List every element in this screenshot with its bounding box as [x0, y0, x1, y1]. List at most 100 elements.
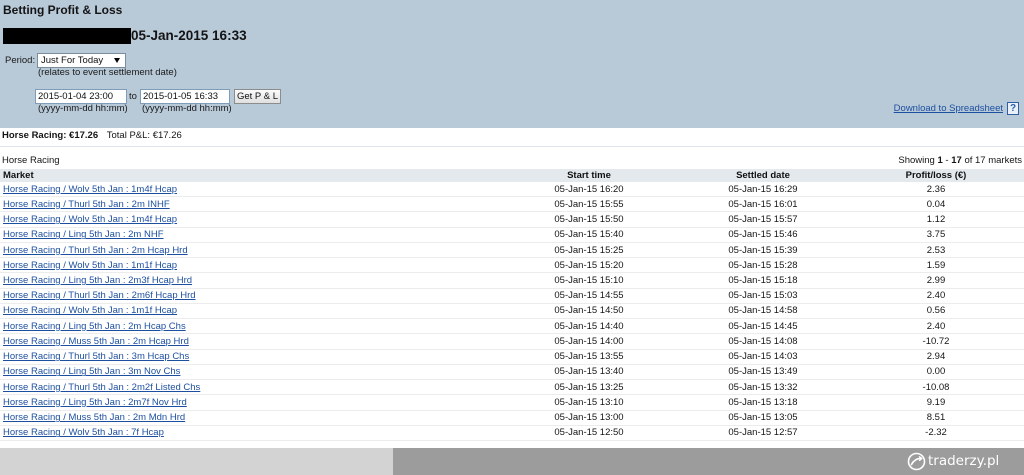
- market-cell: Horse Racing / Wolv 5th Jan : 1m4f Hcap: [0, 214, 500, 225]
- market-cell: Horse Racing / Wolv 5th Jan : 1m1f Hcap: [0, 260, 500, 271]
- results-total: of 17 markets: [964, 155, 1022, 166]
- settled-date-cell: 05-Jan-15 13:49: [728, 366, 798, 378]
- settled-date-cell: 05-Jan-15 15:46: [728, 229, 798, 241]
- redacted-account-name: [3, 28, 131, 44]
- start-time-cell: 05-Jan-15 15:10: [554, 275, 624, 287]
- column-header-profit-loss[interactable]: Profit/loss (€): [848, 170, 1024, 181]
- market-cell: Horse Racing / Wolv 5th Jan : 1m1f Hcap: [0, 305, 500, 316]
- to-date-input[interactable]: [140, 89, 230, 104]
- table-row: Horse Racing / Ling 5th Jan : 2m NHF 05-J…: [0, 228, 1024, 243]
- overall-total-value: €17.26: [152, 130, 182, 141]
- to-date-format-hint: (yyyy-mm-dd hh:mm): [142, 103, 232, 114]
- table-row: Horse Racing / Thurl 5th Jan : 2m INHF 05…: [0, 197, 1024, 213]
- column-header-start-time[interactable]: Start time: [500, 170, 678, 181]
- table-row: Horse Racing / Ling 5th Jan : 2m3f Hcap …: [0, 273, 1024, 289]
- start-time-cell: 05-Jan-15 14:00: [554, 335, 624, 347]
- market-link[interactable]: Horse Racing / Muss 5th Jan : 2m Hcap Hr…: [3, 336, 189, 347]
- profit-loss-cell: 9.19: [926, 396, 946, 408]
- settled-date-cell: 05-Jan-15 15:18: [728, 275, 798, 287]
- profit-loss-cell: 1.12: [926, 214, 946, 226]
- settled-date-cell: 05-Jan-15 15:28: [728, 259, 798, 271]
- table-row: Horse Racing / Wolv 5th Jan : 1m4f Hcap 0…: [0, 212, 1024, 228]
- traderzy-logo-icon: [907, 452, 926, 471]
- overall-total-label: Total P&L:: [106, 130, 151, 141]
- market-link[interactable]: Horse Racing / Thurl 5th Jan : 2m2f List…: [3, 382, 200, 393]
- market-link[interactable]: Horse Racing / Wolv 5th Jan : 1m4f Hcap: [3, 214, 177, 225]
- table-row: Horse Racing / Ling 5th Jan : 2m7f Nov H…: [0, 395, 1024, 411]
- start-time-cell: 05-Jan-15 16:20: [554, 183, 624, 195]
- table-row: Horse Racing / Wolv 5th Jan : 1m4f Hcap 0…: [0, 182, 1024, 198]
- profit-loss-cell: 8.51: [926, 412, 946, 424]
- market-link[interactable]: Horse Racing / Ling 5th Jan : 2m7f Nov H…: [3, 397, 187, 408]
- profit-loss-cell: -10.72: [922, 335, 950, 347]
- settled-date-cell: 05-Jan-15 15:03: [728, 290, 798, 302]
- market-cell: Horse Racing / Wolv 5th Jan : 7f Hcap: [0, 427, 500, 438]
- start-time-cell: 05-Jan-15 13:00: [554, 412, 624, 424]
- profit-loss-cell: 2.99: [926, 275, 946, 287]
- market-link[interactable]: Horse Racing / Wolv 5th Jan : 1m1f Hcap: [3, 260, 177, 271]
- table-row: Horse Racing / Wolv 5th Jan : 7f Hcap 05-…: [0, 426, 1024, 441]
- help-icon[interactable]: ?: [1007, 102, 1019, 115]
- market-link[interactable]: Horse Racing / Ling 5th Jan : 2m NHF: [3, 229, 164, 240]
- column-header-settled-date[interactable]: Settled date: [678, 170, 848, 181]
- period-selected-value: Just For Today: [41, 55, 104, 66]
- settled-date-cell: 05-Jan-15 14:08: [728, 335, 798, 347]
- footer-strip: [0, 448, 393, 475]
- pl-table-body: Horse Racing / Wolv 5th Jan : 1m4f Hcap 0…: [0, 182, 1024, 441]
- start-time-cell: 05-Jan-15 15:55: [554, 198, 624, 210]
- range-separator: -: [945, 155, 949, 166]
- market-link[interactable]: Horse Racing / Muss 5th Jan : 2m Mdn Hrd: [3, 412, 185, 423]
- start-time-cell: 05-Jan-15 14:50: [554, 305, 624, 317]
- overall-total: Total P&L: €17.26: [107, 130, 182, 141]
- profit-loss-cell: 2.40: [926, 290, 946, 302]
- settled-date-cell: 05-Jan-15 15:57: [728, 214, 798, 226]
- start-time-cell: 05-Jan-15 14:55: [554, 290, 624, 302]
- start-time-cell: 05-Jan-15 13:55: [554, 351, 624, 363]
- profit-loss-cell: 2.94: [926, 351, 946, 363]
- market-link[interactable]: Horse Racing / Thurl 5th Jan : 2m6f Hcap…: [3, 290, 196, 301]
- start-time-cell: 05-Jan-15 13:10: [554, 396, 624, 408]
- market-link[interactable]: Horse Racing / Thurl 5th Jan : 3m Hcap C…: [3, 351, 189, 362]
- market-cell: Horse Racing / Muss 5th Jan : 2m Mdn Hrd: [0, 412, 500, 423]
- download-spreadsheet-link[interactable]: Download to Spreadsheet: [894, 103, 1003, 115]
- start-time-cell: 05-Jan-15 13:25: [554, 381, 624, 393]
- settled-date-cell: 05-Jan-15 15:39: [728, 244, 798, 256]
- market-cell: Horse Racing / Thurl 5th Jan : 2m INHF: [0, 199, 500, 210]
- start-time-cell: 05-Jan-15 15:25: [554, 244, 624, 256]
- range-end: 17: [951, 155, 962, 166]
- section-title: Horse Racing: [2, 155, 60, 166]
- table-row: Horse Racing / Muss 5th Jan : 2m Hcap Hr…: [0, 334, 1024, 350]
- market-link[interactable]: Horse Racing / Ling 5th Jan : 3m Nov Chs: [3, 366, 180, 377]
- to-label: to: [129, 91, 137, 102]
- market-link[interactable]: Horse Racing / Wolv 5th Jan : 1m1f Hcap: [3, 305, 177, 316]
- table-row: Horse Racing / Ling 5th Jan : 3m Nov Chs…: [0, 365, 1024, 381]
- market-link[interactable]: Horse Racing / Wolv 5th Jan : 1m4f Hcap: [3, 184, 177, 195]
- settled-date-cell: 05-Jan-15 13:05: [728, 412, 798, 424]
- settled-date-cell: 05-Jan-15 13:32: [728, 381, 798, 393]
- market-cell: Horse Racing / Thurl 5th Jan : 2m2f List…: [0, 382, 500, 393]
- start-time-cell: 05-Jan-15 14:40: [554, 320, 624, 332]
- settled-date-cell: 05-Jan-15 14:58: [728, 305, 798, 317]
- profit-loss-cell: 2.36: [926, 183, 946, 195]
- start-time-cell: 05-Jan-15 15:50: [554, 214, 624, 226]
- settled-date-cell: 05-Jan-15 12:57: [728, 427, 798, 439]
- get-pl-button[interactable]: Get P & L: [234, 89, 281, 104]
- divider: [0, 146, 1024, 147]
- chevron-down-icon: [114, 58, 120, 63]
- market-link[interactable]: Horse Racing / Thurl 5th Jan : 2m Hcap H…: [3, 245, 188, 256]
- column-header-market[interactable]: Market: [0, 170, 500, 181]
- start-time-cell: 05-Jan-15 15:40: [554, 229, 624, 241]
- market-link[interactable]: Horse Racing / Wolv 5th Jan : 7f Hcap: [3, 427, 164, 438]
- market-link[interactable]: Horse Racing / Ling 5th Jan : 2m Hcap Ch…: [3, 321, 186, 332]
- market-cell: Horse Racing / Ling 5th Jan : 2m Hcap Ch…: [0, 321, 500, 332]
- from-date-input[interactable]: [35, 89, 127, 104]
- market-link[interactable]: Horse Racing / Thurl 5th Jan : 2m INHF: [3, 199, 170, 210]
- market-link[interactable]: Horse Racing / Ling 5th Jan : 2m3f Hcap …: [3, 275, 192, 286]
- settled-date-cell: 05-Jan-15 14:03: [728, 351, 798, 363]
- showing-prefix: Showing: [898, 155, 935, 166]
- profit-loss-cell: -2.32: [925, 427, 947, 439]
- table-row: Horse Racing / Thurl 5th Jan : 2m Hcap H…: [0, 243, 1024, 259]
- period-select[interactable]: Just For Today: [37, 53, 126, 68]
- market-cell: Horse Racing / Muss 5th Jan : 2m Hcap Hr…: [0, 336, 500, 347]
- settled-date-cell: 05-Jan-15 16:29: [728, 183, 798, 195]
